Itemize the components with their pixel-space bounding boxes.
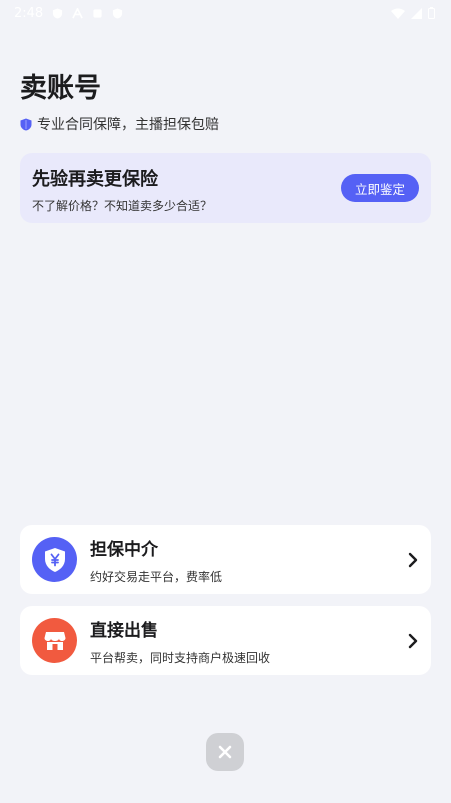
option-subtitle: 平台帮卖，同时支持商户极速回收 (90, 650, 271, 665)
shield-yen-icon (32, 537, 77, 582)
chevron-right-icon (395, 633, 431, 649)
option-escrow-text: 担保中介 约好交易走平台，费率低 (90, 535, 395, 585)
shop-icon (32, 618, 77, 663)
option-title: 担保中介 (90, 539, 158, 560)
a-notification-icon (72, 7, 84, 18)
option-escrow[interactable]: 担保中介 约好交易走平台，费率低 (20, 525, 431, 594)
appraise-now-button[interactable]: 立即鉴定 (341, 174, 419, 202)
chevron-right-icon (395, 552, 431, 568)
option-direct-sale[interactable]: 直接出售 平台帮卖，同时支持商户极速回收 (20, 606, 431, 675)
square-notification-icon (93, 8, 102, 18)
battery-icon (428, 7, 435, 19)
appraisal-banner: 先验再卖更保险 不了解价格？不知道卖多少合适？ 立即鉴定 (20, 153, 431, 223)
signal-icon (411, 7, 422, 19)
close-button[interactable] (206, 733, 244, 771)
status-right (391, 7, 435, 19)
shield-notification-icon (53, 7, 63, 19)
status-left: 2:48 (14, 6, 123, 21)
page-subtitle: 专业合同保障，主播担保包赔 (20, 114, 219, 134)
status-time: 2:48 (14, 5, 44, 21)
shield-check-icon (20, 118, 32, 130)
wifi-icon (391, 8, 405, 19)
status-bar: 2:48 (0, 0, 451, 26)
subtitle-text: 专业合同保障，主播担保包赔 (37, 117, 219, 133)
shield-notification-icon-2 (113, 7, 123, 19)
close-icon (218, 745, 232, 759)
option-direct-sale-text: 直接出售 平台帮卖，同时支持商户极速回收 (90, 616, 395, 666)
page-title: 卖账号 (20, 73, 101, 104)
option-title: 直接出售 (90, 620, 158, 641)
option-subtitle: 约好交易走平台，费率低 (90, 569, 223, 584)
